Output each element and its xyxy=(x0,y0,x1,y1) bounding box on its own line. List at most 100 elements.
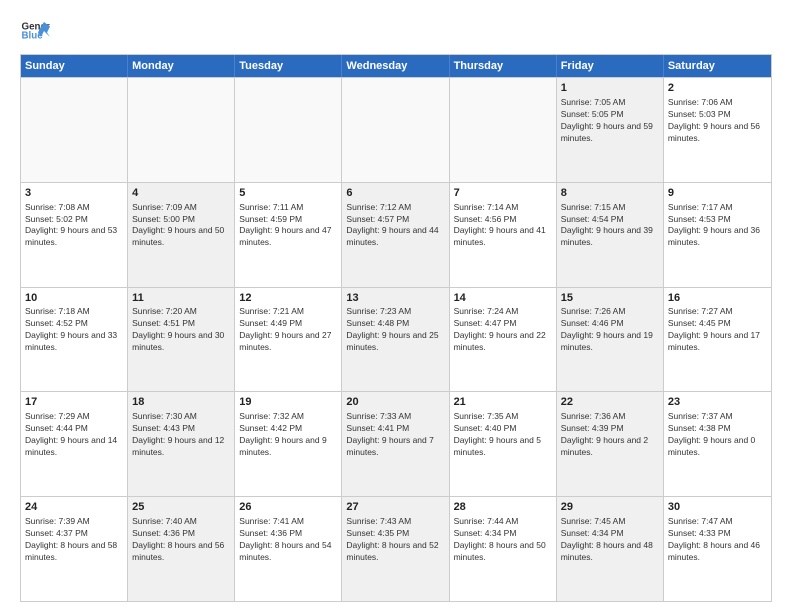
day-cell-13: 13Sunrise: 7:23 AMSunset: 4:48 PMDayligh… xyxy=(342,288,449,392)
page: General Blue SundayMondayTuesdayWednesda… xyxy=(0,0,792,612)
calendar-row-3: 17Sunrise: 7:29 AMSunset: 4:44 PMDayligh… xyxy=(21,391,771,496)
day-number: 19 xyxy=(239,395,337,410)
day-cell-28: 28Sunrise: 7:44 AMSunset: 4:34 PMDayligh… xyxy=(450,497,557,601)
day-cell-24: 24Sunrise: 7:39 AMSunset: 4:37 PMDayligh… xyxy=(21,497,128,601)
day-number: 20 xyxy=(346,395,444,410)
day-cell-26: 26Sunrise: 7:41 AMSunset: 4:36 PMDayligh… xyxy=(235,497,342,601)
day-info: Sunrise: 7:35 AMSunset: 4:40 PMDaylight:… xyxy=(454,411,552,459)
day-number: 7 xyxy=(454,186,552,201)
day-info: Sunrise: 7:27 AMSunset: 4:45 PMDaylight:… xyxy=(668,306,767,354)
day-number: 8 xyxy=(561,186,659,201)
day-cell-11: 11Sunrise: 7:20 AMSunset: 4:51 PMDayligh… xyxy=(128,288,235,392)
day-cell-1: 1Sunrise: 7:05 AMSunset: 5:05 PMDaylight… xyxy=(557,78,664,182)
header-day-thursday: Thursday xyxy=(450,55,557,77)
day-cell-17: 17Sunrise: 7:29 AMSunset: 4:44 PMDayligh… xyxy=(21,392,128,496)
day-info: Sunrise: 7:36 AMSunset: 4:39 PMDaylight:… xyxy=(561,411,659,459)
day-number: 15 xyxy=(561,291,659,306)
day-info: Sunrise: 7:41 AMSunset: 4:36 PMDaylight:… xyxy=(239,516,337,564)
day-cell-7: 7Sunrise: 7:14 AMSunset: 4:56 PMDaylight… xyxy=(450,183,557,287)
day-number: 2 xyxy=(668,81,767,96)
day-info: Sunrise: 7:17 AMSunset: 4:53 PMDaylight:… xyxy=(668,202,767,250)
day-cell-16: 16Sunrise: 7:27 AMSunset: 4:45 PMDayligh… xyxy=(664,288,771,392)
day-cell-30: 30Sunrise: 7:47 AMSunset: 4:33 PMDayligh… xyxy=(664,497,771,601)
logo: General Blue xyxy=(20,16,50,46)
day-cell-10: 10Sunrise: 7:18 AMSunset: 4:52 PMDayligh… xyxy=(21,288,128,392)
logo-icon: General Blue xyxy=(20,16,50,46)
day-cell-21: 21Sunrise: 7:35 AMSunset: 4:40 PMDayligh… xyxy=(450,392,557,496)
day-number: 3 xyxy=(25,186,123,201)
day-info: Sunrise: 7:30 AMSunset: 4:43 PMDaylight:… xyxy=(132,411,230,459)
day-info: Sunrise: 7:29 AMSunset: 4:44 PMDaylight:… xyxy=(25,411,123,459)
day-cell-9: 9Sunrise: 7:17 AMSunset: 4:53 PMDaylight… xyxy=(664,183,771,287)
day-number: 17 xyxy=(25,395,123,410)
day-number: 11 xyxy=(132,291,230,306)
day-cell-2: 2Sunrise: 7:06 AMSunset: 5:03 PMDaylight… xyxy=(664,78,771,182)
header-day-monday: Monday xyxy=(128,55,235,77)
calendar-row-0: 1Sunrise: 7:05 AMSunset: 5:05 PMDaylight… xyxy=(21,77,771,182)
day-number: 29 xyxy=(561,500,659,515)
day-number: 1 xyxy=(561,81,659,96)
header-day-friday: Friday xyxy=(557,55,664,77)
day-cell-22: 22Sunrise: 7:36 AMSunset: 4:39 PMDayligh… xyxy=(557,392,664,496)
day-info: Sunrise: 7:08 AMSunset: 5:02 PMDaylight:… xyxy=(25,202,123,250)
day-info: Sunrise: 7:15 AMSunset: 4:54 PMDaylight:… xyxy=(561,202,659,250)
day-info: Sunrise: 7:09 AMSunset: 5:00 PMDaylight:… xyxy=(132,202,230,250)
day-number: 13 xyxy=(346,291,444,306)
calendar: SundayMondayTuesdayWednesdayThursdayFrid… xyxy=(20,54,772,602)
empty-cell xyxy=(342,78,449,182)
day-number: 9 xyxy=(668,186,767,201)
day-info: Sunrise: 7:06 AMSunset: 5:03 PMDaylight:… xyxy=(668,97,767,145)
day-cell-6: 6Sunrise: 7:12 AMSunset: 4:57 PMDaylight… xyxy=(342,183,449,287)
day-info: Sunrise: 7:33 AMSunset: 4:41 PMDaylight:… xyxy=(346,411,444,459)
calendar-header: SundayMondayTuesdayWednesdayThursdayFrid… xyxy=(21,55,771,77)
day-info: Sunrise: 7:45 AMSunset: 4:34 PMDaylight:… xyxy=(561,516,659,564)
day-number: 18 xyxy=(132,395,230,410)
header-day-saturday: Saturday xyxy=(664,55,771,77)
empty-cell xyxy=(235,78,342,182)
day-number: 5 xyxy=(239,186,337,201)
day-cell-5: 5Sunrise: 7:11 AMSunset: 4:59 PMDaylight… xyxy=(235,183,342,287)
day-info: Sunrise: 7:24 AMSunset: 4:47 PMDaylight:… xyxy=(454,306,552,354)
day-number: 6 xyxy=(346,186,444,201)
day-cell-20: 20Sunrise: 7:33 AMSunset: 4:41 PMDayligh… xyxy=(342,392,449,496)
day-cell-3: 3Sunrise: 7:08 AMSunset: 5:02 PMDaylight… xyxy=(21,183,128,287)
day-info: Sunrise: 7:37 AMSunset: 4:38 PMDaylight:… xyxy=(668,411,767,459)
calendar-row-1: 3Sunrise: 7:08 AMSunset: 5:02 PMDaylight… xyxy=(21,182,771,287)
day-cell-8: 8Sunrise: 7:15 AMSunset: 4:54 PMDaylight… xyxy=(557,183,664,287)
day-info: Sunrise: 7:40 AMSunset: 4:36 PMDaylight:… xyxy=(132,516,230,564)
day-cell-18: 18Sunrise: 7:30 AMSunset: 4:43 PMDayligh… xyxy=(128,392,235,496)
day-cell-4: 4Sunrise: 7:09 AMSunset: 5:00 PMDaylight… xyxy=(128,183,235,287)
empty-cell xyxy=(128,78,235,182)
day-info: Sunrise: 7:11 AMSunset: 4:59 PMDaylight:… xyxy=(239,202,337,250)
day-number: 21 xyxy=(454,395,552,410)
day-info: Sunrise: 7:23 AMSunset: 4:48 PMDaylight:… xyxy=(346,306,444,354)
day-cell-19: 19Sunrise: 7:32 AMSunset: 4:42 PMDayligh… xyxy=(235,392,342,496)
day-number: 27 xyxy=(346,500,444,515)
day-info: Sunrise: 7:12 AMSunset: 4:57 PMDaylight:… xyxy=(346,202,444,250)
day-number: 10 xyxy=(25,291,123,306)
day-number: 12 xyxy=(239,291,337,306)
day-info: Sunrise: 7:39 AMSunset: 4:37 PMDaylight:… xyxy=(25,516,123,564)
day-cell-14: 14Sunrise: 7:24 AMSunset: 4:47 PMDayligh… xyxy=(450,288,557,392)
day-number: 25 xyxy=(132,500,230,515)
day-cell-12: 12Sunrise: 7:21 AMSunset: 4:49 PMDayligh… xyxy=(235,288,342,392)
day-info: Sunrise: 7:05 AMSunset: 5:05 PMDaylight:… xyxy=(561,97,659,145)
header: General Blue xyxy=(20,16,772,46)
calendar-row-2: 10Sunrise: 7:18 AMSunset: 4:52 PMDayligh… xyxy=(21,287,771,392)
day-info: Sunrise: 7:44 AMSunset: 4:34 PMDaylight:… xyxy=(454,516,552,564)
day-cell-25: 25Sunrise: 7:40 AMSunset: 4:36 PMDayligh… xyxy=(128,497,235,601)
day-info: Sunrise: 7:26 AMSunset: 4:46 PMDaylight:… xyxy=(561,306,659,354)
day-number: 22 xyxy=(561,395,659,410)
day-info: Sunrise: 7:18 AMSunset: 4:52 PMDaylight:… xyxy=(25,306,123,354)
header-day-sunday: Sunday xyxy=(21,55,128,77)
empty-cell xyxy=(450,78,557,182)
day-number: 24 xyxy=(25,500,123,515)
day-number: 26 xyxy=(239,500,337,515)
day-info: Sunrise: 7:32 AMSunset: 4:42 PMDaylight:… xyxy=(239,411,337,459)
day-number: 16 xyxy=(668,291,767,306)
header-day-tuesday: Tuesday xyxy=(235,55,342,77)
day-number: 30 xyxy=(668,500,767,515)
day-info: Sunrise: 7:20 AMSunset: 4:51 PMDaylight:… xyxy=(132,306,230,354)
day-number: 14 xyxy=(454,291,552,306)
day-number: 28 xyxy=(454,500,552,515)
